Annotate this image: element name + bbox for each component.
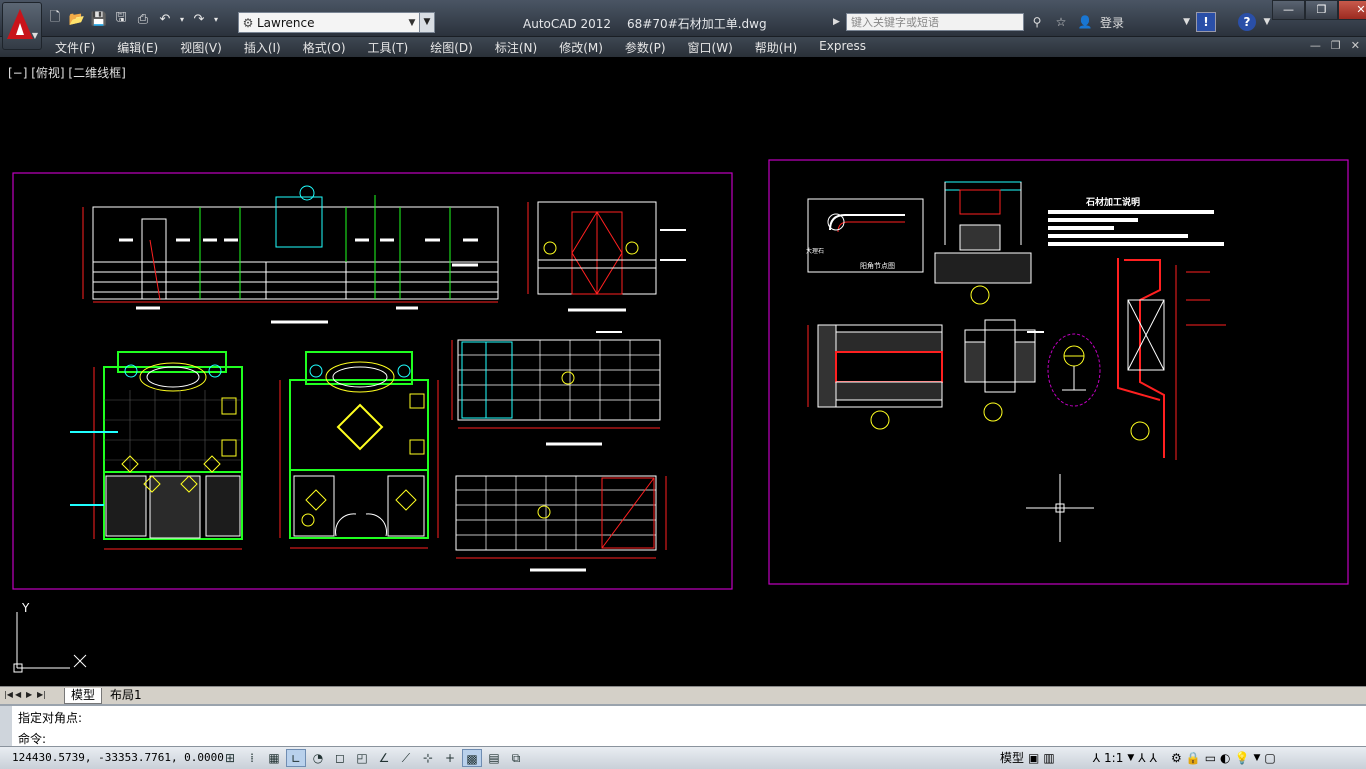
osnap-icon[interactable]: ◻ bbox=[330, 749, 350, 767]
open-file-icon[interactable]: 📂 bbox=[68, 10, 86, 28]
menu-item-0[interactable]: 文件(F) bbox=[55, 39, 95, 56]
window-title: AutoCAD 2012 68#70#石材加工单.dwg bbox=[523, 15, 783, 32]
layout-tabs-bar: |◀ ◀ ▶ ▶| 模型 布局1 bbox=[0, 686, 1366, 704]
chevron-down-icon: ▼ bbox=[408, 17, 416, 28]
selection-cycling-icon[interactable]: ⧉ bbox=[506, 749, 526, 767]
lineweight-icon[interactable]: + bbox=[440, 749, 460, 767]
dyn-icon[interactable]: ⊹ bbox=[418, 749, 438, 767]
lightbulb-icon[interactable]: 💡 bbox=[1235, 749, 1250, 767]
menu-item-6[interactable]: 绘图(D) bbox=[430, 39, 473, 56]
workspace-dropdown[interactable]: ⚙ Lawrence ▼ bbox=[238, 12, 420, 33]
undo-dropdown-icon[interactable]: ▾ bbox=[178, 10, 186, 28]
menu-item-7[interactable]: 标注(N) bbox=[495, 39, 537, 56]
doc-minimize-button[interactable]: — bbox=[1310, 39, 1321, 52]
search-expand-icon[interactable]: ▶ bbox=[833, 13, 845, 31]
menu-bar: 文件(F) 编辑(E) 视图(V) 插入(I) 格式(O) 工具(T) 绘图(D) 标注(N)… bbox=[0, 37, 1366, 57]
menu-item-8[interactable]: 修改(M) bbox=[559, 39, 603, 56]
next-tab-icon[interactable]: ▶ bbox=[26, 689, 35, 701]
first-tab-icon[interactable]: |◀ bbox=[4, 689, 13, 701]
app-name: AutoCAD 2012 bbox=[523, 17, 612, 31]
status-menu-icon[interactable]: ▼ bbox=[1253, 749, 1260, 767]
command-history: 指定对角点: bbox=[18, 711, 83, 725]
menu-item-5[interactable]: 工具(T) bbox=[368, 39, 409, 56]
menu-item-10[interactable]: 窗口(W) bbox=[688, 39, 733, 56]
menu-item-4[interactable]: 格式(O) bbox=[303, 39, 346, 56]
status-bar: 124430.5739, -33353.7761, 0.0000 ⊞ ⁞ ▦ ∟… bbox=[0, 746, 1366, 769]
model-space-button[interactable]: 模型 bbox=[1000, 749, 1024, 767]
ducs-icon[interactable]: ⟋ bbox=[396, 749, 416, 767]
minimize-button[interactable]: — bbox=[1272, 0, 1305, 20]
prev-tab-icon[interactable]: ◀ bbox=[15, 689, 24, 701]
print-icon[interactable]: ⎙ bbox=[134, 10, 152, 28]
application-menu-button[interactable]: ▼ bbox=[2, 2, 42, 50]
user-icon[interactable]: 👤 bbox=[1076, 13, 1094, 31]
command-line-handle[interactable] bbox=[0, 706, 12, 748]
otrack-icon[interactable]: ∠ bbox=[374, 749, 394, 767]
quick-properties-icon[interactable]: ▤ bbox=[484, 749, 504, 767]
undo-icon[interactable]: ↶ bbox=[156, 10, 174, 28]
clean-screen-icon[interactable]: ▢ bbox=[1264, 749, 1275, 767]
menu-item-9[interactable]: 参数(P) bbox=[625, 39, 666, 56]
grid-icon[interactable]: ▦ bbox=[264, 749, 284, 767]
login-dropdown-icon[interactable]: ▼ bbox=[1130, 13, 1190, 31]
infer-constraints-icon[interactable]: ⊞ bbox=[220, 749, 240, 767]
annotation-scale-icon[interactable]: ⅄ bbox=[1093, 749, 1100, 767]
coordinates-readout[interactable]: 124430.5739, -33353.7761, 0.0000 bbox=[12, 751, 224, 764]
exchange-icon[interactable]: ! bbox=[1196, 12, 1217, 32]
menu-item-2[interactable]: 视图(V) bbox=[180, 39, 222, 56]
search-input[interactable]: 键入关键字或短语 bbox=[846, 13, 1024, 31]
doc-close-button[interactable]: ✕ bbox=[1351, 39, 1360, 52]
3dosnap-icon[interactable]: ◰ bbox=[352, 749, 372, 767]
save-as-icon[interactable]: 🖫 bbox=[112, 10, 130, 28]
menu-item-1[interactable]: 编辑(E) bbox=[117, 39, 158, 56]
workspace-name: Lawrence bbox=[257, 15, 315, 30]
tab-layout1[interactable]: 布局1 bbox=[104, 688, 148, 703]
new-file-icon[interactable]: 🗋 bbox=[46, 10, 64, 28]
redo-dropdown-icon[interactable]: ▾ bbox=[212, 10, 220, 28]
annotation-visibility-icon[interactable]: ⅄ bbox=[1138, 749, 1145, 767]
quick-view-drawings-icon[interactable]: ▥ bbox=[1043, 749, 1054, 767]
toolbar-customize-button[interactable]: ▼ bbox=[419, 12, 435, 33]
document-name: 68#70#石材加工单.dwg bbox=[627, 17, 767, 31]
binoculars-icon[interactable]: ⚲ bbox=[1028, 13, 1046, 31]
lock-icon[interactable]: 🔒 bbox=[1186, 749, 1201, 767]
save-icon[interactable]: 💾 bbox=[90, 10, 108, 28]
viewport-controls-label[interactable]: [−] [俯视] [二维线框] bbox=[8, 64, 126, 81]
command-line[interactable]: 指定对角点: 命令: bbox=[0, 704, 1366, 748]
help-icon[interactable]: ? bbox=[1238, 13, 1257, 31]
hardware-acceleration-icon[interactable]: ▭ bbox=[1205, 749, 1216, 767]
auto-scale-icon[interactable]: ⅄ bbox=[1150, 749, 1157, 767]
quick-access-toolbar: 🗋 📂 💾 🖫 ⎙ ↶ ▾ ↷ ▾ bbox=[46, 10, 220, 28]
login-button[interactable]: 登录 bbox=[1100, 14, 1124, 31]
chevron-down-icon: ▼ bbox=[31, 31, 38, 40]
transparency-icon[interactable]: ▩ bbox=[462, 749, 482, 767]
menu-item-11[interactable]: 帮助(H) bbox=[755, 39, 797, 56]
gear-icon: ⚙ bbox=[242, 15, 254, 30]
menu-item-3[interactable]: 插入(I) bbox=[244, 39, 281, 56]
chevron-down-icon[interactable]: ▼ bbox=[1127, 749, 1134, 767]
star-icon[interactable]: ☆ bbox=[1052, 13, 1070, 31]
polar-icon[interactable]: ◔ bbox=[308, 749, 328, 767]
command-prompt[interactable]: 命令: bbox=[18, 730, 46, 747]
maximize-button[interactable]: ❐ bbox=[1305, 0, 1338, 20]
isolate-objects-icon[interactable]: ◐ bbox=[1220, 749, 1230, 767]
snap-icon[interactable]: ⁞ bbox=[242, 749, 262, 767]
help-dropdown-icon[interactable]: ▼ bbox=[1262, 13, 1272, 31]
doc-restore-button[interactable]: ❐ bbox=[1331, 39, 1341, 52]
redo-icon[interactable]: ↷ bbox=[190, 10, 208, 28]
drawing-canvas[interactable] bbox=[2, 59, 1364, 686]
last-tab-icon[interactable]: ▶| bbox=[37, 689, 46, 701]
close-button[interactable]: ✕ bbox=[1338, 0, 1366, 20]
quick-view-layouts-icon[interactable]: ▣ bbox=[1028, 749, 1039, 767]
workspace-switch-icon[interactable]: ⚙ bbox=[1171, 749, 1182, 767]
annotation-scale-value[interactable]: 1:1 bbox=[1104, 749, 1123, 767]
tab-model[interactable]: 模型 bbox=[64, 688, 103, 704]
ortho-icon[interactable]: ∟ bbox=[286, 749, 306, 767]
menu-item-12[interactable]: Express bbox=[819, 39, 866, 56]
autocad-logo-icon bbox=[7, 9, 33, 39]
title-bar: 🗋 📂 💾 🖫 ⎙ ↶ ▾ ↷ ▾ ⚙ Lawrence ▼ ▼ AutoCAD… bbox=[0, 0, 1366, 37]
